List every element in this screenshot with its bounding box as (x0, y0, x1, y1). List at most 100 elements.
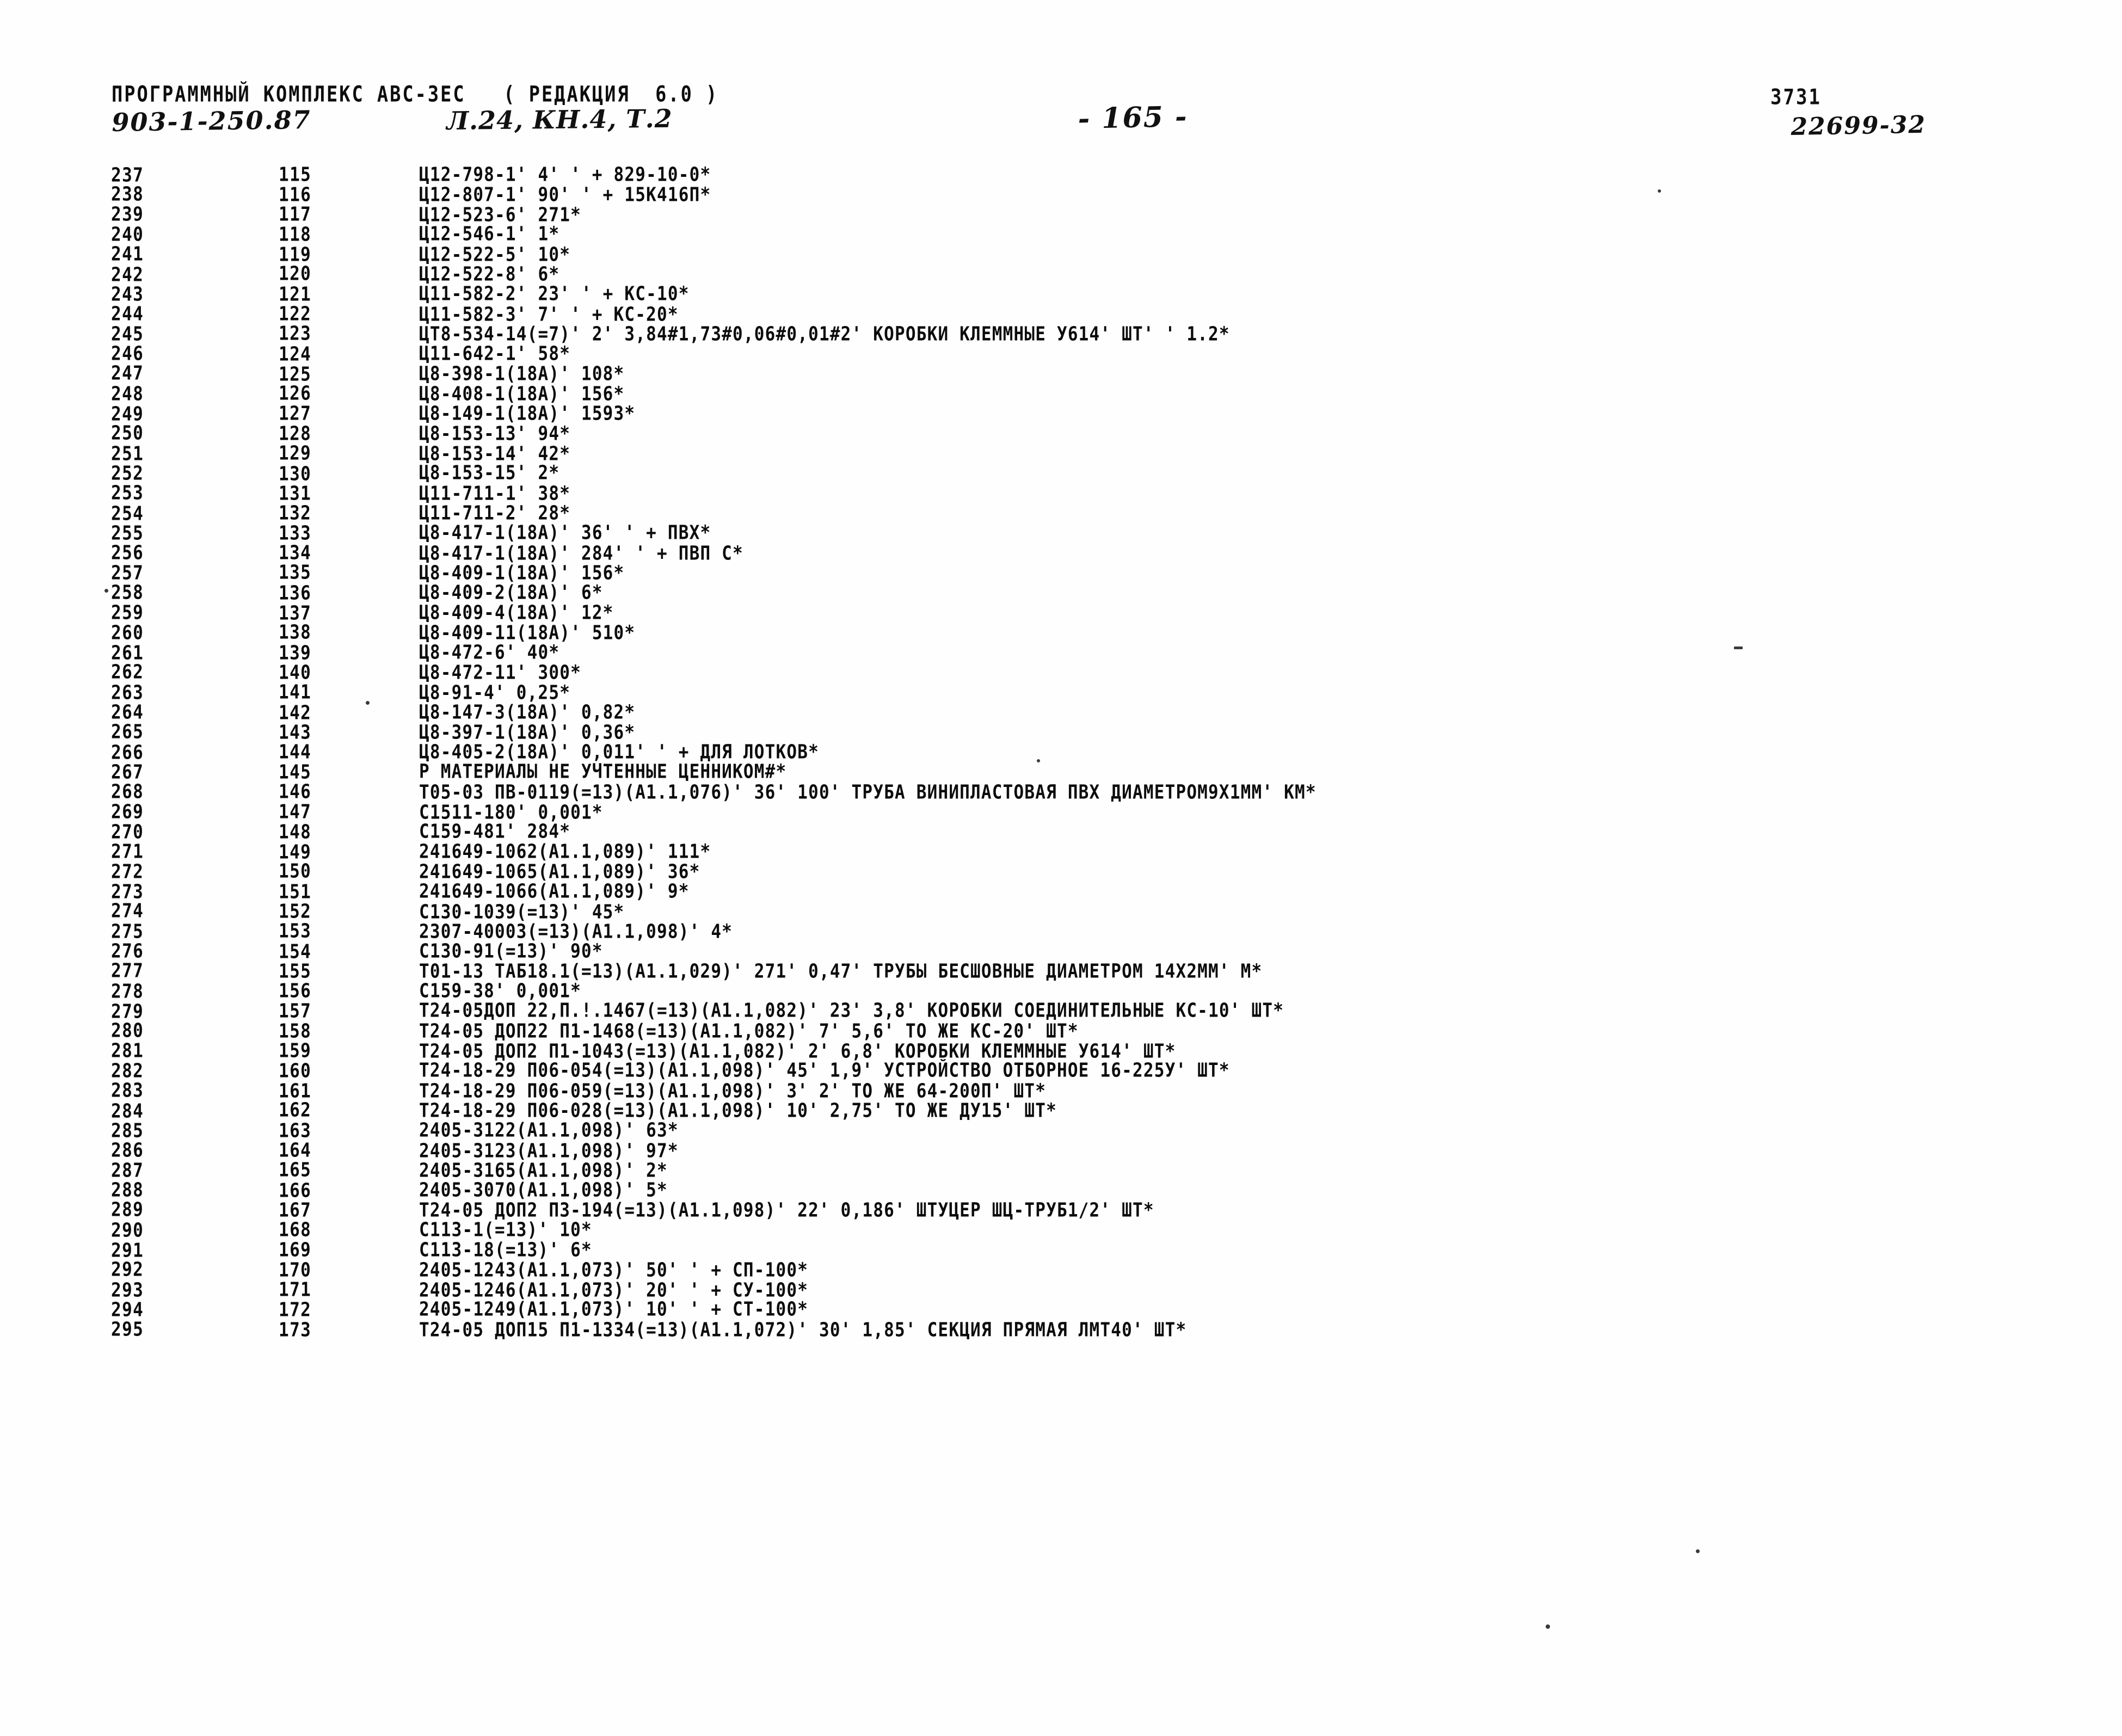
scan-speck (1546, 1624, 1550, 1629)
row-content-text: Ц8-153-15' 2* (419, 461, 560, 485)
listing-row: 284 162 Т24-18-29 П06-028(=13)(А1.1,098)' … (0, 1099, 2122, 1122)
row-sequence-number: 259 (111, 601, 144, 624)
listing-row: 295 173 Т24-05 ДОП15 П1-1334(=13)(А1.1,072… (0, 1318, 2122, 1341)
row-index-number: 129 (279, 441, 312, 465)
listing-row: 293 171 2405-1246(А1.1,073)' 20' ' + СУ-10… (0, 1278, 2122, 1302)
row-index-number: 135 (279, 561, 312, 584)
row-content-text: Т24-05ДОП 22,П.!.1467(=13)(А1.1,082)' 23… (419, 999, 1284, 1023)
listing-row: 249 127 Ц8-149-1(18А)' 1593* (0, 402, 2122, 426)
listing-row: 292 170 2405-1243(А1.1,073)' 50' ' + СП-10… (0, 1258, 2122, 1282)
listing-row: 294 172 2405-1249(А1.1,073)' 10' ' + СТ-10… (0, 1298, 2122, 1321)
row-content-text: 2405-3122(А1.1,098)' 63* (419, 1119, 679, 1142)
page-header: ПРОГРАММНЫЙ КОМПЛЕКС ABC-3EC ( РЕДАКЦИЯ … (0, 82, 2122, 152)
row-content-text: Ц8-472-6' 40* (419, 641, 560, 664)
row-content-text: Ц11-582-2' 23' ' + КС-10* (419, 282, 690, 305)
row-sequence-number: 277 (111, 959, 144, 983)
listing-row: 286 164 2405-3123(А1.1,098)' 97* (0, 1138, 2122, 1162)
row-sequence-number: 289 (111, 1198, 144, 1222)
listing-row: 252 130 Ц8-153-15' 2* (0, 461, 2122, 485)
listing-row: 273 151 241649-1066(А1.1,089)' 9* (0, 879, 2122, 903)
row-index-number: 162 (279, 1099, 312, 1122)
row-sequence-number: 283 (111, 1079, 144, 1102)
row-index-number: 150 (279, 860, 312, 883)
listing-row: 256 134 Ц8-417-1(18А)' 284' ' + ПВП С* (0, 541, 2122, 565)
row-index-number: 153 (279, 920, 312, 943)
listing-row: 283 161 Т24-18-29 П06-059(=13)(А1.1,098)' … (0, 1079, 2122, 1103)
row-sequence-number: 274 (111, 900, 144, 923)
row-content-text: Р МАТЕРИАЛЫ НЕ УЧТЕННЫЕ ЦЕННИКОМ#* (419, 760, 787, 784)
row-sequence-number: 280 (111, 1019, 144, 1042)
row-index-number: 120 (279, 262, 312, 286)
listing-row: 275 153 2307-40003(=13)(А1.1,098)' 4* (0, 920, 2122, 943)
page-number: - 165 - (1078, 100, 1189, 136)
listing-row: 255 133 Ц8-417-1(18А)' 36' ' + ПВХ* (0, 521, 2122, 545)
row-index-number: 168 (279, 1218, 312, 1241)
listing-row: 254 132 Ц11-711-2' 28* (0, 502, 2122, 525)
row-index-number: 138 (279, 621, 312, 644)
row-index-number: 144 (279, 740, 312, 764)
row-content-text: Ц8-147-3(18А)' 0,82* (419, 700, 636, 724)
row-content-text: Т24-18-29 П06-054(=13)(А1.1,098)' 45' 1,… (419, 1059, 1230, 1082)
listing-row: 240 118 Ц12-546-1' 1* (0, 223, 2122, 246)
row-sequence-number: 256 (111, 541, 144, 564)
listing-row: 269 147 С1511-180' 0,001* (0, 800, 2122, 824)
listing-row: 280 158 Т24-05 ДОП22 П1-1468(=13)(А1.1,082… (0, 1019, 2122, 1043)
listing-row: 267 145 Р МАТЕРИАЛЫ НЕ УЧТЕННЫЕ ЦЕННИКОМ#* (0, 760, 2122, 784)
listing-row: 257 135 Ц8-409-1(18А)' 156* (0, 561, 2122, 584)
listing-row: 244 122 Ц11-582-3' 7' ' + КС-20* (0, 302, 2122, 326)
listing-row: 264 142 Ц8-147-3(18А)' 0,82* (0, 700, 2122, 724)
listing-row: 248 126 Ц8-408-1(18А)' 156* (0, 382, 2122, 405)
row-sequence-number: 244 (111, 302, 144, 325)
listing-row: 282 160 Т24-18-29 П06-054(=13)(А1.1,098)' … (0, 1059, 2122, 1082)
listing-row: 250 128 Ц8-153-13' 94* (0, 422, 2122, 445)
listing-row: 246 124 Ц11-642-1' 58* (0, 342, 2122, 366)
listing-row: 279 157 Т24-05ДОП 22,П.!.1467(=13)(А1.1,08… (0, 999, 2122, 1023)
row-content-text: С113-1(=13)' 10* (419, 1218, 592, 1242)
row-sequence-number: 286 (111, 1138, 144, 1162)
document-number: 3731 (1770, 85, 1822, 110)
archive-number: 22699-32 (1791, 110, 1927, 141)
listing-row: 270 148 С159-481' 284* (0, 820, 2122, 844)
listing-row: 278 156 С159-38' 0,001* (0, 980, 2122, 1003)
row-content-text: Ц11-642-1' 58* (419, 342, 571, 365)
listing-row: 263 141 Ц8-91-4' 0,25* (0, 681, 2122, 704)
row-content-text: 241649-1066(А1.1,089)' 9* (419, 879, 690, 903)
row-content-text: С113-18(=13)' 6* (419, 1238, 592, 1261)
row-content-text: Ц12-798-1' 4' ' + 829-10-0* (419, 163, 711, 186)
row-index-number: 146 (279, 780, 312, 804)
row-sequence-number: 253 (111, 482, 144, 504)
row-content-text: Ц8-409-2(18А)' 6* (419, 581, 603, 604)
row-index-number: 123 (279, 322, 312, 346)
listing-row: 276 154 С130-91(=13)' 90* (0, 940, 2122, 963)
listing-row: 291 169 С113-18(=13)' 6* (0, 1238, 2122, 1262)
row-index-number: 165 (279, 1159, 312, 1181)
row-index-number: 147 (279, 800, 312, 823)
row-sequence-number: 238 (111, 183, 144, 206)
row-sequence-number: 262 (111, 661, 144, 684)
row-content-text: Ц8-149-1(18А)' 1593* (419, 402, 636, 425)
listing-row: 290 168 С113-1(=13)' 10* (0, 1218, 2122, 1242)
row-sequence-number: 271 (111, 840, 144, 863)
listing-row: 287 165 2405-3165(А1.1,098)' 2* (0, 1159, 2122, 1182)
row-sequence-number: 250 (111, 422, 144, 445)
listing-row: 272 150 241649-1065(А1.1,089)' 36* (0, 860, 2122, 883)
program-complex-title: ПРОГРАММНЫЙ КОМПЛЕКС ABC-3EC ( РЕДАКЦИЯ … (112, 82, 719, 108)
listing-row: 281 159 Т24-05 ДОП2 П1-1043(=13)(А1.1,082)… (0, 1039, 2122, 1063)
listing-row: 274 152 С130-1039(=13)' 45* (0, 900, 2122, 923)
listing-row: 260 138 Ц8-409-11(18А)' 510* (0, 621, 2122, 644)
listing-row: 237 115 Ц12-798-1' 4' ' + 829-10-0* (0, 163, 2122, 187)
listing-row: 251 129 Ц8-153-14' 42* (0, 441, 2122, 465)
listing-row: 289 167 Т24-05 ДОП2 П3-194(=13)(А1.1,098)'… (0, 1198, 2122, 1222)
listing-row: 285 163 2405-3122(А1.1,098)' 63* (0, 1119, 2122, 1142)
row-index-number: 117 (279, 202, 312, 226)
listing-row: 243 121 Ц11-582-2' 23' ' + КС-10* (0, 282, 2122, 306)
listing-row: 239 117 Ц12-523-6' 271* (0, 202, 2122, 226)
listing-row: 238 116 Ц12-807-1' 90' ' + 15К416П* (0, 183, 2122, 206)
listing-row: 241 119 Ц12-522-5' 10* (0, 243, 2122, 266)
row-sequence-number: 258 (111, 581, 144, 605)
scanned-page: ПРОГРАММНЫЙ КОМПЛЕКС ABC-3EC ( РЕДАКЦИЯ … (0, 0, 2122, 1736)
listing-row: 266 144 Ц8-405-2(18А)' 0,011' ' + ДЛЯ ЛОТК… (0, 740, 2122, 764)
listing-row: 268 146 Т05-03 ПВ-0119(=13)(А1.1,076)' 36'… (0, 780, 2122, 804)
row-index-number: 126 (279, 382, 312, 405)
row-content-text: Ц8-417-1(18А)' 36' ' + ПВХ* (419, 521, 711, 544)
